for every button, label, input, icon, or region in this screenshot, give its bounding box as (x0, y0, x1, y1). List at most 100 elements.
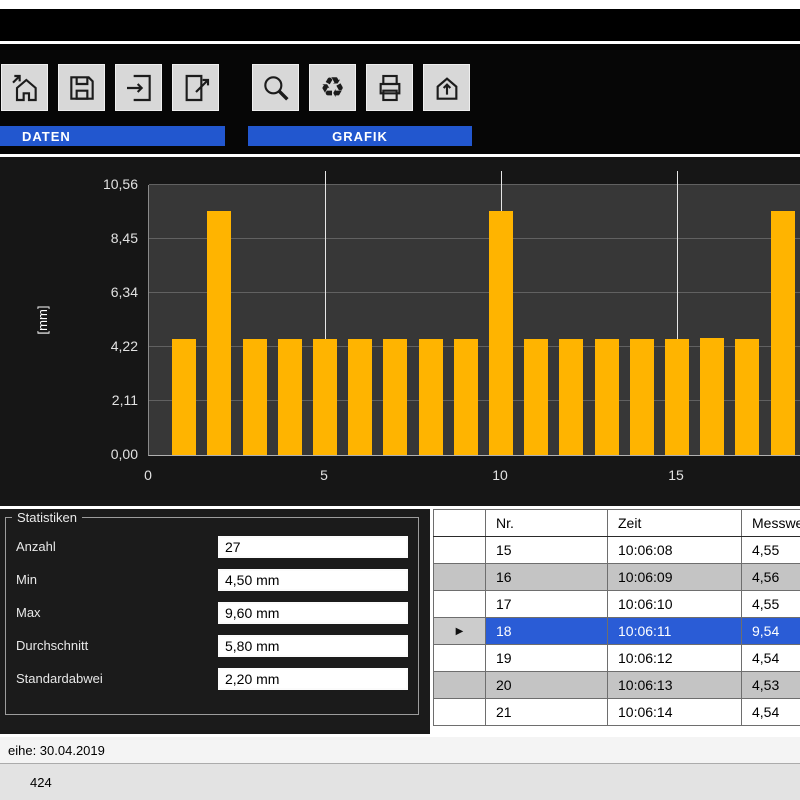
stat-row-min: Min (6, 563, 418, 596)
grafik-group-label: GRAFIK (248, 126, 472, 146)
chart-bar (278, 339, 302, 455)
toolbar-button-exit[interactable] (115, 64, 162, 111)
table-row[interactable]: 1710:06:104,55 (434, 591, 800, 618)
min-field[interactable] (218, 569, 408, 591)
row-selector[interactable] (434, 672, 486, 699)
max-field[interactable] (218, 602, 408, 624)
chart-bar (172, 339, 196, 455)
table-cell[interactable]: 10:06:09 (608, 564, 742, 591)
chart-bar (489, 211, 513, 455)
grafik-label-text: GRAFIK (332, 129, 388, 144)
table-cell[interactable]: 9,54 (742, 618, 800, 645)
table-cell[interactable]: 4,53 (742, 672, 800, 699)
stat-label: Durchschnitt (16, 638, 218, 653)
table-cell[interactable]: 10:06:13 (608, 672, 742, 699)
toolbar-button-report[interactable] (172, 64, 219, 111)
selector-column-header[interactable] (434, 510, 486, 537)
table-cell[interactable]: 4,54 (742, 699, 800, 726)
column-header-messwert[interactable]: Messwert (742, 510, 800, 537)
print-icon (374, 72, 406, 104)
table-cell[interactable]: 10:06:14 (608, 699, 742, 726)
toolbar-button-print[interactable] (366, 64, 413, 111)
toolbar-button-save[interactable] (58, 64, 105, 111)
column-header-zeit[interactable]: Zeit (608, 510, 742, 537)
measurement-table-area: Nr. Zeit Messwert 1510:06:084,551610:06:… (433, 509, 800, 734)
data-table: Nr. Zeit Messwert 1510:06:084,551610:06:… (433, 509, 800, 726)
daten-label-text: DATEN (22, 129, 71, 144)
status-bar-date: eihe: 30.04.2019 (0, 737, 800, 763)
title-bar (0, 9, 800, 41)
table-header-row: Nr. Zeit Messwert (434, 510, 800, 537)
stat-row-standardabwei: Standardabwei (6, 662, 418, 695)
h-gridline (149, 184, 800, 185)
table-cell[interactable]: 10:06:12 (608, 645, 742, 672)
y-tick-label: 6,34 (0, 284, 138, 300)
chart-bar (559, 339, 583, 455)
h-gridline (149, 238, 800, 239)
row-selector[interactable] (434, 537, 486, 564)
chart-section: [mm] 0,002,114,226,348,4510,56051015 (0, 157, 800, 506)
y-tick-label: 10,56 (0, 176, 138, 192)
stat-label: Min (16, 572, 218, 587)
durchschnitt-field[interactable] (218, 635, 408, 657)
toolbar-button-home[interactable] (423, 64, 470, 111)
x-tick-label: 5 (320, 467, 328, 483)
table-cell[interactable]: 19 (486, 645, 608, 672)
table-row[interactable]: 2110:06:144,54 (434, 699, 800, 726)
stat-row-durchschnitt: Durchschnitt (6, 629, 418, 662)
edit-document-icon (180, 72, 212, 104)
table-cell[interactable]: 10:06:10 (608, 591, 742, 618)
table-cell[interactable]: 10:06:08 (608, 537, 742, 564)
chart-bar (771, 211, 795, 455)
toolbar-button-load[interactable] (1, 64, 48, 111)
status-value-text: 424 (30, 775, 52, 790)
daten-group-label: DATEN (0, 126, 225, 146)
table-cell[interactable]: 4,55 (742, 591, 800, 618)
y-tick-label: 4,22 (0, 338, 138, 354)
toolbar-button-refresh[interactable]: ♻ (309, 64, 356, 111)
table-cell[interactable]: 15 (486, 537, 608, 564)
statistics-groupbox: Statistiken Anzahl Min Max (5, 517, 419, 715)
row-selector[interactable] (434, 591, 486, 618)
row-selector[interactable] (434, 645, 486, 672)
stat-row-anzahl: Anzahl (6, 530, 418, 563)
status-bar-bottom: 424 (0, 763, 800, 800)
y-tick-label: 2,11 (0, 392, 138, 408)
groupbox-title: Statistiken (12, 510, 82, 525)
bottom-section: Statistiken Anzahl Min Max (0, 509, 800, 734)
row-selector[interactable]: ▶ (434, 618, 486, 645)
chart-bar (419, 339, 443, 455)
table-cell[interactable]: 18 (486, 618, 608, 645)
table-row[interactable]: 1610:06:094,56 (434, 564, 800, 591)
table-cell[interactable]: 4,55 (742, 537, 800, 564)
x-tick-label: 15 (668, 467, 684, 483)
table-cell[interactable]: 17 (486, 591, 608, 618)
chart-bar (454, 339, 478, 455)
h-gridline (149, 292, 800, 293)
table-cell[interactable]: 4,54 (742, 645, 800, 672)
chart-bar (700, 338, 724, 455)
table-row[interactable]: 2010:06:134,53 (434, 672, 800, 699)
chart-bar (735, 339, 759, 455)
table-row[interactable]: 1510:06:084,55 (434, 537, 800, 564)
column-header-nr[interactable]: Nr. (486, 510, 608, 537)
toolbar-button-zoom[interactable] (252, 64, 299, 111)
refresh-icon: ♻ (320, 74, 345, 102)
stat-label: Standardabwei (16, 671, 218, 686)
table-cell[interactable]: 10:06:11 (608, 618, 742, 645)
table-cell[interactable]: 20 (486, 672, 608, 699)
app-window: ♻ DATEN GRAFIK [mm] 0,002,114,226,348,45… (0, 0, 800, 800)
row-selector[interactable] (434, 564, 486, 591)
anzahl-field[interactable] (218, 536, 408, 558)
chart-bar (595, 339, 619, 455)
table-body: 1510:06:084,551610:06:094,561710:06:104,… (434, 537, 800, 726)
row-selector[interactable] (434, 699, 486, 726)
table-cell[interactable]: 16 (486, 564, 608, 591)
table-row[interactable]: ▶1810:06:119,54 (434, 618, 800, 645)
standardabwei-field[interactable] (218, 668, 408, 690)
table-cell[interactable]: 21 (486, 699, 608, 726)
table-cell[interactable]: 4,56 (742, 564, 800, 591)
table-row[interactable]: 1910:06:124,54 (434, 645, 800, 672)
status-date-text: eihe: 30.04.2019 (8, 743, 105, 758)
home-arrow-icon (9, 72, 41, 104)
